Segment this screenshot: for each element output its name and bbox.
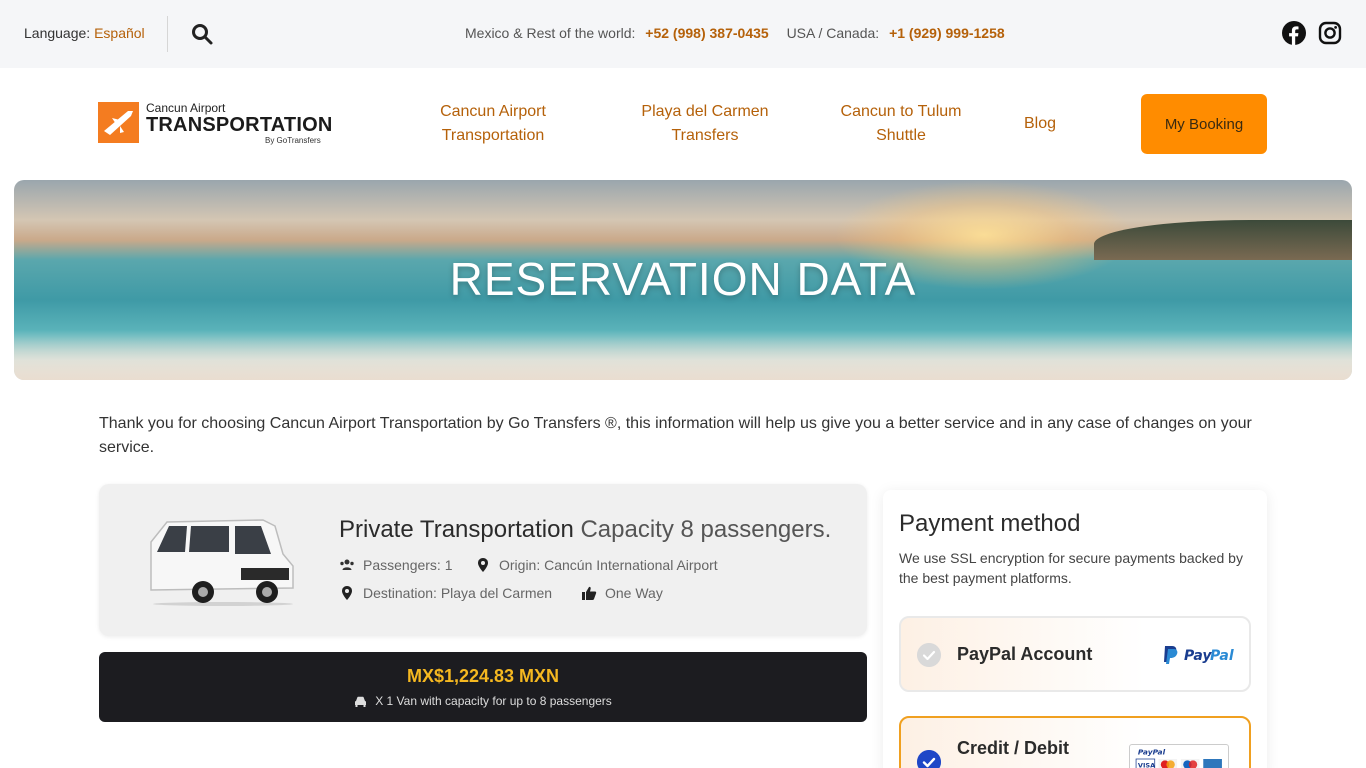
trip-type-detail: One Way <box>581 585 663 601</box>
price-amount: MX$1,224.83 MXN <box>406 666 560 686</box>
origin-text: Origin: Cancún International Airport <box>499 557 718 573</box>
language-switcher[interactable]: Language: Español <box>24 25 145 41</box>
location-pin-icon <box>478 558 488 572</box>
nav-label-line-1: Blog <box>1023 115 1057 132</box>
language-value[interactable]: Español <box>94 25 145 41</box>
nav-cancun-to-tulum-shuttle[interactable]: Cancun to Tulum Shuttle <box>826 100 976 148</box>
nav-label-line-2: Transportation <box>441 127 545 144</box>
car-icon <box>355 696 367 707</box>
thumbs-up-icon <box>582 586 597 600</box>
hero-banner: RESERVATION DATA <box>14 180 1352 380</box>
logo-line-1: Cancun Airport <box>146 101 226 115</box>
radio-unchecked-icon[interactable] <box>917 643 941 667</box>
destination-detail: Destination: Playa del Carmen <box>339 585 552 601</box>
top-bar: Language: Español Mexico & Rest of the w… <box>0 0 1366 68</box>
search-icon[interactable] <box>190 22 214 46</box>
svg-text:Pal: Pal <box>1210 648 1234 664</box>
passengers-text: Passengers: 1 <box>363 557 453 573</box>
nav-label-line-1: Cancun Airport <box>440 103 546 120</box>
intro-text: Thank you for choosing Cancun Airport Tr… <box>99 415 1252 456</box>
svg-text:VISA: VISA <box>1138 761 1156 768</box>
trip-type-text: One Way <box>605 585 663 601</box>
service-capacity: Capacity 8 passengers. <box>580 516 832 543</box>
phone-numbers: Mexico & Rest of the world: +52 (998) 38… <box>465 25 1019 41</box>
van-image <box>150 519 294 606</box>
divider <box>167 16 168 52</box>
facebook-icon[interactable] <box>1282 21 1306 45</box>
payment-option-card[interactable]: Credit / Debit PayPal VISA <box>899 716 1251 768</box>
location-pin-icon <box>342 586 352 600</box>
payment-option-paypal[interactable]: PayPal Account Pay Pal <box>899 616 1251 692</box>
payment-title: Payment method <box>899 510 1081 537</box>
paypal-logo-icon: Pay Pal <box>1164 646 1234 664</box>
users-icon <box>340 559 354 570</box>
nav-label-line-2: Shuttle <box>876 127 926 144</box>
my-booking-button[interactable]: My Booking <box>1141 94 1267 154</box>
instagram-icon[interactable] <box>1318 21 1342 45</box>
service-name: Private Transportation <box>339 516 574 543</box>
phone-link-mx[interactable]: +52 (998) 387-0435 <box>645 25 768 41</box>
logo-line-2: TRANSPORTATION <box>146 114 333 136</box>
nav-playa-del-carmen-transfers[interactable]: Playa del Carmen Transfers <box>630 100 780 148</box>
payment-note: We use SSL encryption for secure payment… <box>899 550 1243 586</box>
phone-region-us: USA / Canada: <box>786 25 880 41</box>
main-nav: Cancun Airport TRANSPORTATION By GoTrans… <box>0 68 1366 180</box>
svg-text:PayPal: PayPal <box>1138 747 1166 756</box>
phone-link-us[interactable]: +1 (929) 999-1258 <box>889 25 1005 41</box>
page-title: RESERVATION DATA <box>449 253 917 305</box>
nav-label-line-1: Playa del Carmen <box>641 103 769 120</box>
origin-detail: Origin: Cancún International Airport <box>475 557 718 573</box>
svg-text:Pay: Pay <box>1184 648 1212 664</box>
destination-text: Destination: Playa del Carmen <box>363 585 553 601</box>
nav-label-line-2: Transfers <box>671 127 739 144</box>
radio-checked-icon[interactable] <box>917 750 941 768</box>
plane-logo-icon <box>98 102 139 143</box>
price-detail-text: X 1 Van with capacity for up to 8 passen… <box>375 694 612 708</box>
service-title: Private Transportation Capacity 8 passen… <box>339 516 831 544</box>
service-card: Private Transportation Capacity 8 passen… <box>99 484 867 636</box>
site-logo[interactable]: Cancun Airport TRANSPORTATION By GoTrans… <box>98 101 333 145</box>
payment-option-label: Credit / Debit <box>957 738 1070 758</box>
price-summary: MX$1,224.83 MXN X 1 Van with capacity fo… <box>99 652 867 722</box>
wave-foam <box>14 330 1352 380</box>
nav-cancun-airport-transportation[interactable]: Cancun Airport Transportation <box>418 100 568 148</box>
payment-option-label: PayPal Account <box>957 644 1093 664</box>
credit-cards-icon: PayPal VISA <box>1129 744 1229 768</box>
nav-label-line-1: Cancun to Tulum <box>840 103 962 120</box>
logo-line-3: By GoTransfers <box>265 136 321 145</box>
passengers-detail: Passengers: 1 <box>339 557 453 573</box>
price-detail: X 1 Van with capacity for up to 8 passen… <box>99 694 867 708</box>
payment-panel: Payment method We use SSL encryption for… <box>883 490 1267 768</box>
language-label: Language: <box>24 25 91 41</box>
nav-blog[interactable]: Blog <box>1015 112 1065 136</box>
phone-region-mx: Mexico & Rest of the world: <box>465 25 636 41</box>
